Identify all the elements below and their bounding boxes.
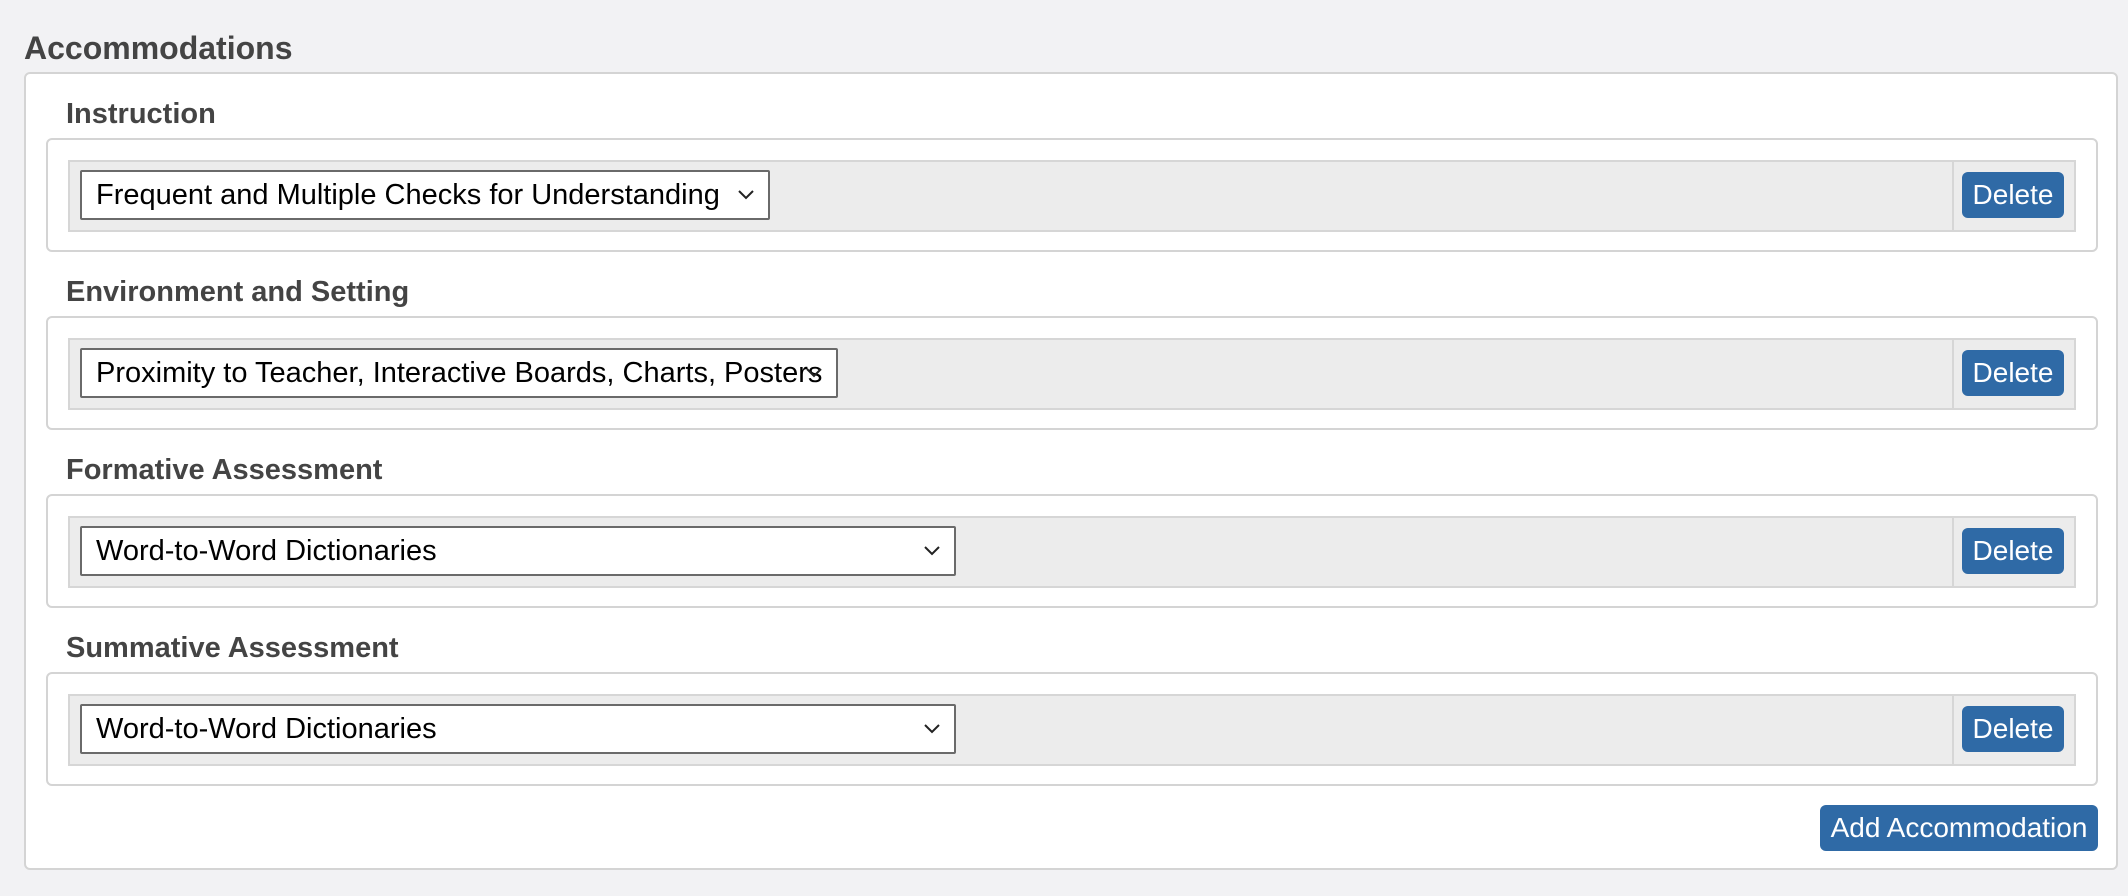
accommodation-select-value: Proximity to Teacher, Interactive Boards… [96, 357, 823, 389]
section-summative: Word-to-Word Dictionaries Delete [46, 672, 2098, 786]
delete-button[interactable]: Delete [1962, 528, 2064, 574]
row-divider [1952, 518, 1954, 586]
section-heading-instruction: Instruction [66, 98, 216, 130]
section-heading-summative: Summative Assessment [66, 632, 399, 664]
row-divider [1952, 340, 1954, 408]
accommodation-row: Frequent and Multiple Checks for Underst… [68, 160, 2076, 232]
accommodation-row: Proximity to Teacher, Interactive Boards… [68, 338, 2076, 410]
section-heading-formative: Formative Assessment [66, 454, 383, 486]
accommodation-select[interactable]: Proximity to Teacher, Interactive Boards… [80, 348, 838, 398]
page-title: Accommodations [24, 30, 293, 66]
accommodation-row: Word-to-Word Dictionaries Delete [68, 516, 2076, 588]
section-heading-environment: Environment and Setting [66, 276, 410, 308]
section-environment: Proximity to Teacher, Interactive Boards… [46, 316, 2098, 430]
section-instruction: Frequent and Multiple Checks for Underst… [46, 138, 2098, 252]
accommodation-select[interactable]: Frequent and Multiple Checks for Underst… [80, 170, 770, 220]
delete-button[interactable]: Delete [1962, 350, 2064, 396]
chevron-down-icon [924, 546, 940, 556]
add-accommodation-button[interactable]: Add Accommodation [1820, 805, 2098, 851]
chevron-down-icon [924, 724, 940, 734]
delete-button[interactable]: Delete [1962, 706, 2064, 752]
accommodation-select[interactable]: Word-to-Word Dictionaries [80, 704, 956, 754]
row-divider [1952, 162, 1954, 230]
accommodation-select-value: Frequent and Multiple Checks for Underst… [96, 179, 720, 211]
accommodation-select-value: Word-to-Word Dictionaries [96, 713, 437, 745]
accommodation-select-value: Word-to-Word Dictionaries [96, 535, 437, 567]
chevron-down-icon [806, 368, 822, 378]
chevron-down-icon [738, 190, 754, 200]
delete-button[interactable]: Delete [1962, 172, 2064, 218]
section-formative: Word-to-Word Dictionaries Delete [46, 494, 2098, 608]
row-divider [1952, 696, 1954, 764]
accommodation-select[interactable]: Word-to-Word Dictionaries [80, 526, 956, 576]
accommodation-row: Word-to-Word Dictionaries Delete [68, 694, 2076, 766]
